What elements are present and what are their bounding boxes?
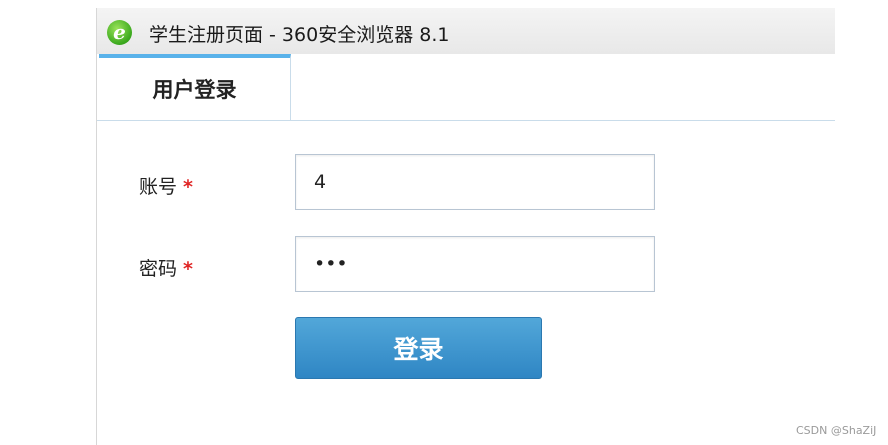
password-label: 密码 * xyxy=(139,254,193,281)
password-label-text: 密码 xyxy=(139,258,178,280)
browser-e-icon: e xyxy=(107,20,132,45)
account-required-mark: * xyxy=(183,176,193,198)
account-label: 账号 * xyxy=(139,172,193,199)
login-button[interactable]: 登录 xyxy=(295,317,542,379)
tab-strip: 用户登录 xyxy=(97,54,835,121)
tab-label: 用户登录 xyxy=(152,78,237,102)
browser-window: e 学生注册页面 - 360安全浏览器 8.1 用户登录 账号* 密码* 登录 xyxy=(96,8,835,445)
account-input[interactable] xyxy=(295,154,655,210)
password-required-mark: * xyxy=(183,258,193,280)
window-title: 学生注册页面 - 360安全浏览器 8.1 xyxy=(149,24,450,46)
account-label-text: 账号 xyxy=(139,176,178,198)
title-bar: e 学生注册页面 - 360安全浏览器 8.1 xyxy=(97,8,835,54)
password-input[interactable] xyxy=(295,236,655,292)
watermark: CSDN @ShaZiJ xyxy=(796,424,877,437)
tab-user-login[interactable]: 用户登录 xyxy=(99,54,291,120)
